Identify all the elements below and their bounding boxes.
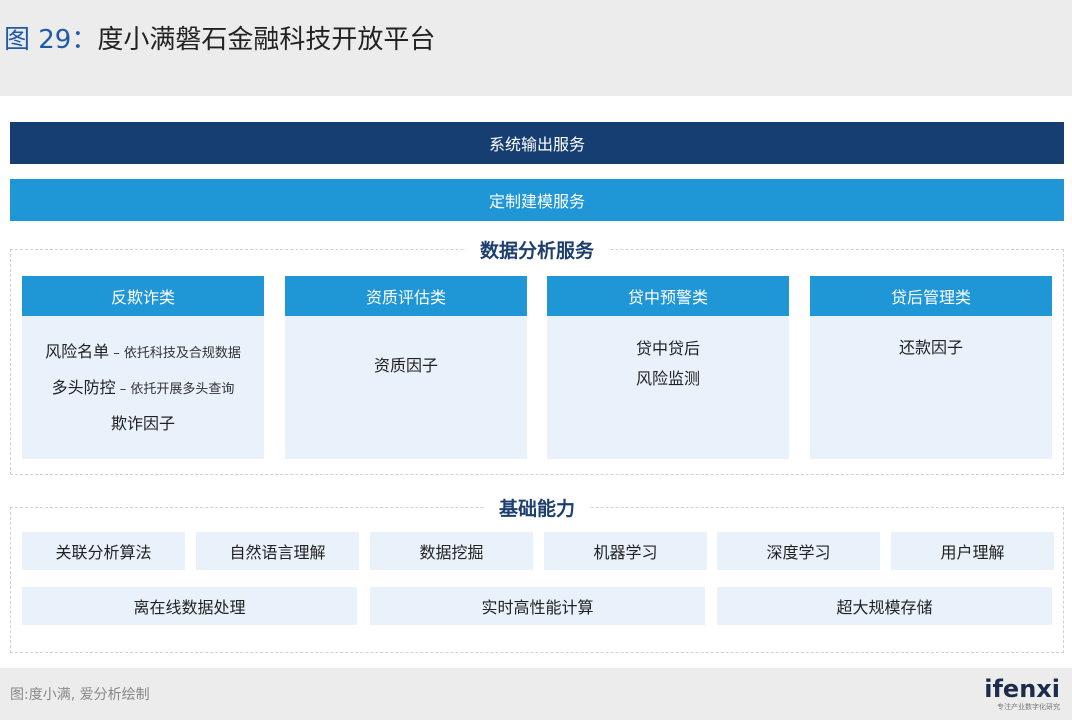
capability-chip: 深度学习 <box>717 532 880 570</box>
ifenxi-logo: ifenxi 专注产业数字化研究 <box>984 676 1060 712</box>
in-loan-warning-column: 贷中预警类 贷中贷后 风险监测 <box>547 276 789 459</box>
column-body: 还款因子 <box>810 316 1052 459</box>
base-capability-frame: 基础能力 <box>10 496 1064 653</box>
column-item: 风险监测 <box>635 369 700 388</box>
capability-chip: 实时高性能计算 <box>370 587 705 625</box>
figure-number: 图 29： <box>4 25 98 55</box>
capability-chip: 机器学习 <box>544 532 707 570</box>
column-item: 贷中贷后 <box>635 339 700 358</box>
column-item: 资质因子 <box>373 356 438 375</box>
qualification-column: 资质评估类 资质因子 <box>285 276 527 459</box>
diagram-canvas: 系统输出服务 定制建模服务 数据分析服务 反欺诈类 风险名单 – 依托科技及合规… <box>0 96 1072 668</box>
post-loan-column: 贷后管理类 还款因子 <box>810 276 1052 459</box>
figure-title: 度小满磐石金融科技开放平台 <box>97 25 436 55</box>
item-note: – 依托开展多头查询 <box>115 381 235 397</box>
modeling-service-layer: 定制建模服务 <box>10 179 1064 221</box>
capability-chip: 离在线数据处理 <box>22 587 357 625</box>
column-body: 风险名单 – 依托科技及合规数据 多头防控 – 依托开展多头查询 欺诈因子 <box>22 316 264 459</box>
capability-chip: 用户理解 <box>891 532 1054 570</box>
base-capability-title: 基础能力 <box>484 496 590 522</box>
footer <box>0 668 1072 720</box>
capability-chip: 数据挖掘 <box>370 532 533 570</box>
capability-chip: 关联分析算法 <box>22 532 185 570</box>
output-service-layer: 系统输出服务 <box>10 122 1064 164</box>
column-item: 风险名单 – 依托科技及合规数据 <box>45 340 241 366</box>
column-header: 反欺诈类 <box>22 276 264 316</box>
source-note: 图:度小满, 爱分析绘制 <box>10 687 150 703</box>
column-item: 还款因子 <box>898 338 963 357</box>
item-main: 欺诈因子 <box>110 413 175 433</box>
column-item: 多头防控 – 依托开展多头查询 <box>52 376 235 402</box>
capability-chip: 超大规模存储 <box>717 587 1052 625</box>
anti-fraud-column: 反欺诈类 风险名单 – 依托科技及合规数据 多头防控 – 依托开展多头查询 欺诈… <box>22 276 264 459</box>
column-item: 欺诈因子 <box>111 412 175 436</box>
analysis-service-title: 数据分析服务 <box>465 238 609 264</box>
item-main: 风险名单 <box>45 341 110 361</box>
column-header: 贷中预警类 <box>547 276 789 316</box>
logo-tagline: 专注产业数字化研究 <box>997 703 1060 711</box>
item-note: – 依托科技及合规数据 <box>109 345 241 361</box>
page-title: 图 29：度小满磐石金融科技开放平台 <box>4 20 435 60</box>
column-body: 贷中贷后 风险监测 <box>547 316 789 459</box>
title-bar: 图 29：度小满磐石金融科技开放平台 <box>0 0 1072 96</box>
logo-wordmark: ifenxi <box>984 675 1060 703</box>
capability-chip: 自然语言理解 <box>196 532 359 570</box>
item-main: 多头防控 <box>51 377 116 397</box>
column-header: 贷后管理类 <box>810 276 1052 316</box>
column-body: 资质因子 <box>285 316 527 459</box>
column-header: 资质评估类 <box>285 276 527 316</box>
